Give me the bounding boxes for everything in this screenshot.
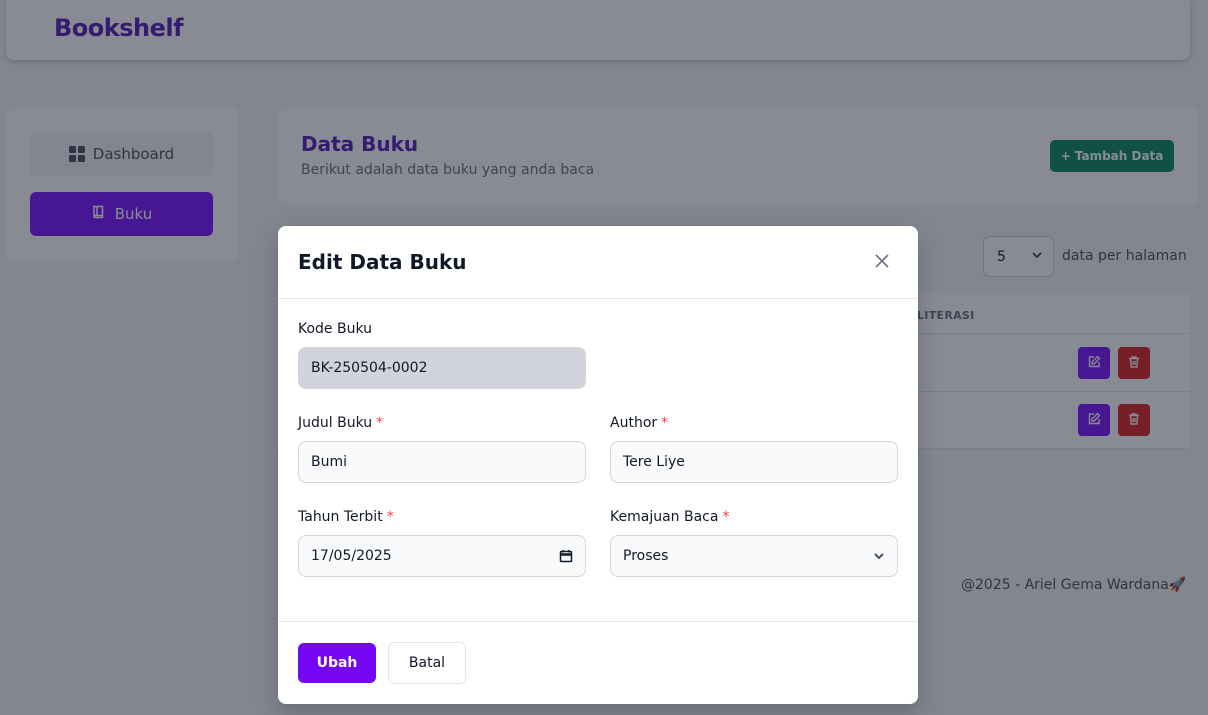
required-mark: * — [661, 415, 669, 431]
tahun-terbit-label: Tahun Terbit * — [298, 509, 394, 525]
tahun-terbit-date-input[interactable]: 17/05/2025 — [298, 535, 586, 577]
kode-buku-value: BK-250504-0002 — [311, 360, 428, 376]
modal-footer-divider — [278, 621, 918, 622]
kode-buku-label-text: Kode Buku — [298, 321, 373, 337]
tahun-terbit-value: 17/05/2025 — [311, 548, 392, 564]
tahun-terbit-label-text: Tahun Terbit — [298, 509, 383, 525]
kemajuan-baca-select[interactable]: Proses — [610, 535, 898, 577]
close-icon — [875, 253, 889, 272]
modal-header-divider — [278, 298, 918, 299]
author-input[interactable]: Tere Liye — [610, 441, 898, 483]
author-label: Author * — [610, 415, 668, 431]
judul-buku-input[interactable]: Bumi — [298, 441, 586, 483]
kode-buku-field: BK-250504-0002 — [298, 347, 586, 389]
required-mark: * — [386, 509, 394, 525]
kemajuan-baca-value: Proses — [623, 548, 669, 564]
author-value: Tere Liye — [623, 454, 685, 470]
author-label-text: Author — [610, 415, 658, 431]
submit-button[interactable]: Ubah — [298, 643, 376, 683]
kemajuan-baca-label-text: Kemajuan Baca — [610, 509, 719, 525]
cancel-button[interactable]: Batal — [388, 642, 466, 684]
required-mark: * — [376, 415, 384, 431]
judul-buku-value: Bumi — [311, 454, 348, 470]
judul-buku-label: Judul Buku * — [298, 415, 383, 431]
chevron-down-icon — [873, 550, 885, 562]
required-mark: * — [722, 509, 730, 525]
modal-title: Edit Data Buku — [298, 250, 467, 274]
kode-buku-label: Kode Buku — [298, 321, 372, 337]
judul-buku-label-text: Judul Buku — [298, 415, 373, 431]
close-button[interactable] — [872, 252, 892, 272]
edit-book-modal: Edit Data Buku Kode Buku BK-250504-0002 … — [278, 226, 918, 704]
calendar-icon[interactable] — [559, 549, 573, 563]
kemajuan-baca-label: Kemajuan Baca * — [610, 509, 729, 525]
